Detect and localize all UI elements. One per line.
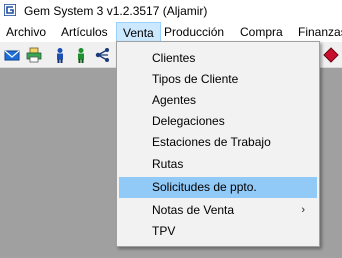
menu-item-rutas[interactable]: Rutas — [119, 154, 317, 175]
printer-icon[interactable] — [26, 47, 42, 63]
menu-item-label: Agentes — [152, 93, 197, 107]
menu-item-tipos-de-cliente[interactable]: Tipos de Cliente — [119, 69, 317, 90]
menu-bar: Archivo Artículos Venta Producción Compr… — [0, 22, 342, 42]
menu-item-agentes[interactable]: Agentes — [119, 90, 317, 111]
menu-venta[interactable]: Venta — [116, 22, 161, 42]
menu-item-label: Solicitudes de ppto. — [152, 180, 257, 194]
person-green-icon[interactable] — [73, 47, 89, 63]
chevron-right-icon: › — [301, 204, 305, 216]
menu-item-clientes[interactable]: Clientes — [119, 48, 317, 69]
menu-item-label: TPV — [152, 224, 176, 238]
person-blue-icon[interactable] — [52, 47, 68, 63]
menu-item-notas-de-venta[interactable]: Notas de Venta › — [119, 200, 317, 221]
menu-item-label: Clientes — [152, 51, 196, 65]
window-title: Gem System 3 v1.2.3517 (Aljamir) — [24, 4, 208, 18]
title-bar: Gem System 3 v1.2.3517 (Aljamir) — [0, 0, 342, 22]
menu-item-label: Delegaciones — [152, 114, 225, 128]
app-logo-icon — [4, 4, 16, 16]
menu-item-delegaciones[interactable]: Delegaciones — [119, 111, 317, 132]
menu-finanzas[interactable]: Finanzas — [298, 22, 342, 42]
menu-item-solicitudes-de-ppto[interactable]: Solicitudes de ppto. — [119, 177, 317, 198]
mail-icon[interactable] — [4, 47, 20, 63]
menu-articulos[interactable]: Artículos — [61, 22, 108, 42]
menu-item-label: Tipos de Cliente — [152, 72, 239, 86]
venta-dropdown-menu: Clientes Tipos de Cliente Agentes Delega… — [116, 41, 320, 247]
network-icon[interactable] — [95, 47, 111, 63]
menu-item-label: Notas de Venta — [152, 203, 235, 217]
menu-compra[interactable]: Compra — [240, 22, 283, 42]
menu-item-label: Estaciones de Trabajo — [152, 135, 271, 149]
menu-item-tpv[interactable]: TPV — [119, 221, 317, 242]
menu-item-estaciones-de-trabajo[interactable]: Estaciones de Trabajo — [119, 132, 317, 153]
red-diamond-icon[interactable] — [323, 47, 339, 63]
menu-item-label: Rutas — [152, 157, 184, 171]
menu-produccion[interactable]: Producción — [164, 22, 224, 42]
menu-archivo[interactable]: Archivo — [6, 22, 46, 42]
